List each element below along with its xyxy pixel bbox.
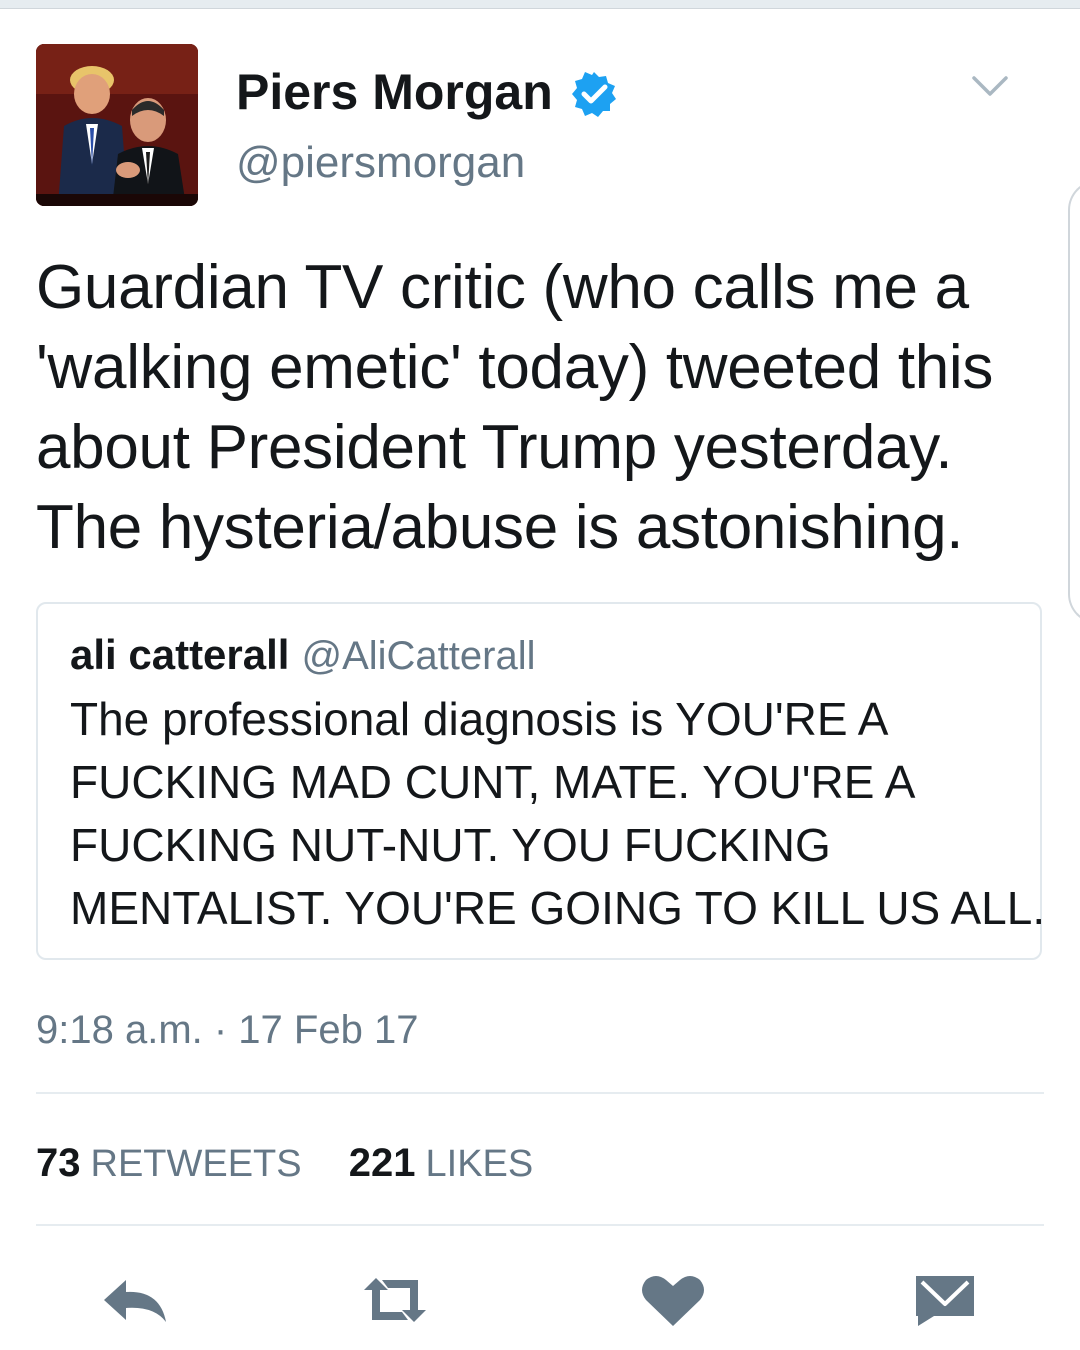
like-icon[interactable] (638, 1272, 708, 1328)
author-display-name[interactable]: Piers Morgan (236, 62, 553, 122)
divider (36, 1092, 1044, 1094)
likes-count: 221 (348, 1141, 416, 1185)
tweet-text-line: about President Trump yesterday. (36, 413, 953, 482)
scrollbar-edge[interactable] (1068, 180, 1080, 624)
author-handle[interactable]: @piersmorgan (236, 136, 525, 190)
chevron-down-icon[interactable] (970, 74, 1010, 100)
quoted-text-line: FUCKING MAD CUNT, MATE. YOU'RE A (70, 756, 916, 808)
avatar-photo (36, 44, 198, 206)
tweet-text-line: The hysteria/abuse is astonishing. (36, 493, 964, 562)
quoted-author: ali catterall @AliCatterall (70, 628, 535, 683)
tweet-detail-screen: Piers Morgan @piersmorgan Guardian TV cr… (0, 0, 1080, 1350)
verified-badge-icon (572, 72, 616, 117)
quoted-tweet-card[interactable]: ali catterall @AliCatterall The professio… (36, 602, 1046, 960)
quoted-author-name: ali catterall (70, 631, 290, 678)
quoted-author-handle: @AliCatterall (301, 634, 536, 678)
direct-message-icon[interactable] (910, 1272, 980, 1328)
retweet-icon[interactable] (360, 1272, 430, 1328)
tweet-text: Guardian TV critic (who calls me a 'walk… (36, 248, 1026, 568)
quoted-text-line: FUCKING NUT-NUT. YOU FUCKING (70, 819, 831, 871)
tweet-text-line: Guardian TV critic (who calls me a (36, 253, 969, 322)
likes-stat[interactable]: 221 LIKES (349, 1138, 533, 1189)
likes-label: LIKES (425, 1143, 534, 1185)
reply-icon[interactable] (100, 1272, 170, 1328)
tweet-timestamp: 9:18 a.m. · 17 Feb 17 (36, 1008, 419, 1052)
retweets-label: RETWEETS (90, 1143, 302, 1185)
retweets-stat[interactable]: 73 RETWEETS (36, 1138, 302, 1189)
author-avatar[interactable] (36, 44, 198, 206)
divider (36, 1224, 1044, 1226)
tweet-stats: 73 RETWEETS 221 LIKES (36, 1138, 569, 1189)
tweet-text-line: 'walking emetic' today) tweeted this (36, 333, 994, 402)
quoted-text-line: The professional diagnosis is YOU'RE A (70, 693, 889, 745)
top-divider (0, 0, 1080, 9)
quoted-tweet-text: The professional diagnosis is YOU'RE A F… (70, 688, 1046, 940)
retweets-count: 73 (36, 1141, 81, 1185)
quoted-text-line: MENTALIST. YOU'RE GOING TO KILL US ALL. (70, 882, 1046, 934)
